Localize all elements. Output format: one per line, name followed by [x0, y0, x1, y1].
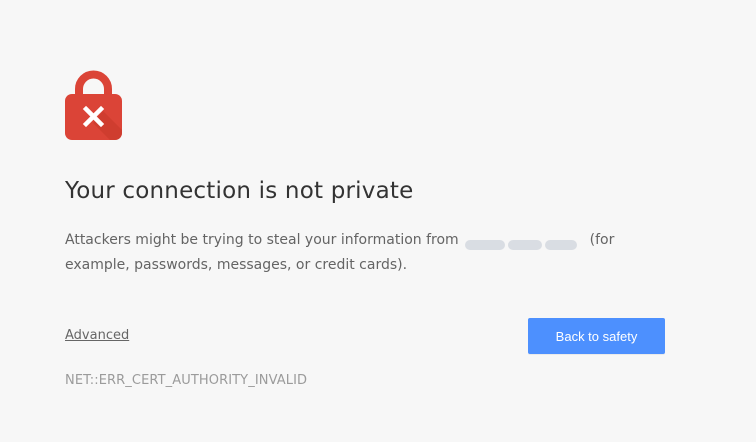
interstitial-page: Your connection is not private Attackers…	[0, 0, 756, 442]
error-description: Attackers might be trying to steal your …	[65, 228, 665, 278]
back-to-safety-button[interactable]: Back to safety	[528, 318, 665, 354]
redacted-hostname	[465, 233, 583, 250]
lock-error-icon	[65, 70, 122, 140]
page-title: Your connection is not private	[65, 178, 414, 204]
error-code: NET::ERR_CERT_AUTHORITY_INVALID	[65, 373, 308, 388]
description-text: Attackers might be trying to steal your …	[65, 232, 459, 248]
advanced-link[interactable]: Advanced	[65, 328, 129, 343]
